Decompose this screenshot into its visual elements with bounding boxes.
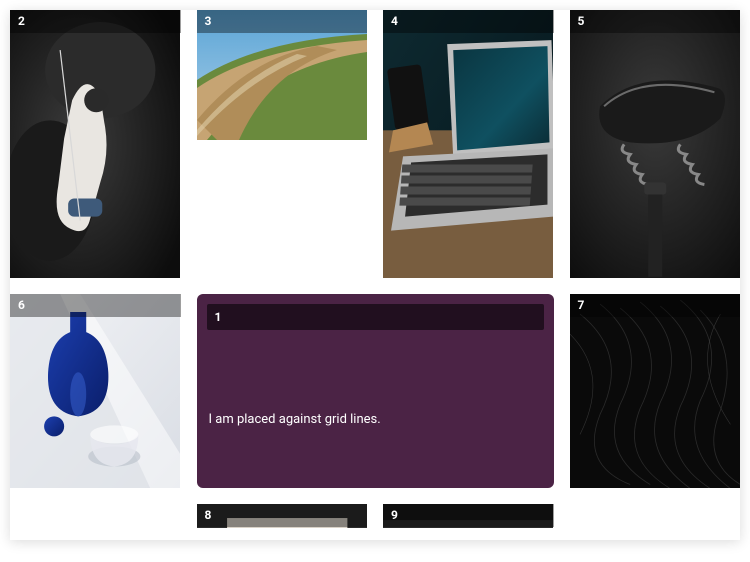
tile-2[interactable]: 2: [10, 10, 181, 278]
tile-7[interactable]: 7: [570, 294, 741, 488]
tile-number-label: 4: [383, 10, 554, 33]
tile-5[interactable]: 5: [570, 10, 741, 278]
tile-number-label: 7: [570, 294, 741, 317]
photo-blue-glass-bottle: [10, 294, 180, 488]
tile-number-label: 8: [197, 504, 368, 527]
tile-number-label: 2: [10, 10, 181, 33]
featured-body-text: I am placed against grid lines.: [209, 412, 381, 427]
photo-rock-climber: [10, 10, 180, 278]
photo-dark-wires-abstract: [570, 294, 740, 488]
tile-number-label: 6: [10, 294, 181, 317]
tile-4[interactable]: 4: [383, 10, 554, 278]
tile-6[interactable]: 6: [10, 294, 181, 488]
grid-container: 2 3: [10, 10, 740, 540]
photo-laptop-phone-desk: [383, 10, 553, 278]
featured-number-label: 1: [207, 304, 544, 330]
tile-number-label: 9: [383, 504, 554, 527]
tile-number-label: 5: [570, 10, 741, 33]
tile-number-label: 3: [197, 10, 368, 33]
featured-tile[interactable]: 1 I am placed against grid lines.: [197, 294, 554, 488]
tile-3[interactable]: 3: [197, 10, 368, 278]
tile-8[interactable]: 8: [197, 504, 368, 528]
gallery-grid: 2 3: [10, 10, 740, 540]
photo-bicycle-saddle: [570, 10, 740, 278]
tile-9[interactable]: 9: [383, 504, 554, 528]
